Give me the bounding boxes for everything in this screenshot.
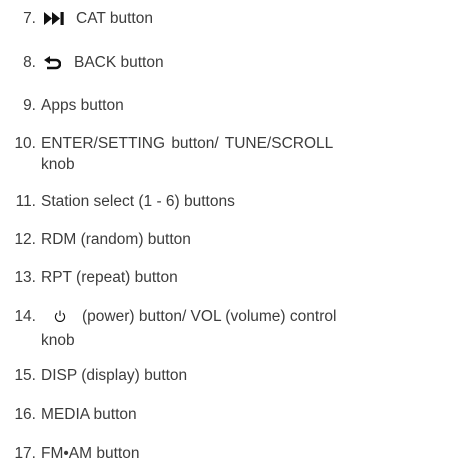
- item-number: 13.: [14, 269, 36, 286]
- item-label: ENTER/SETTING button/ TUNE/SCROLL: [41, 135, 334, 152]
- item-number: 7.: [23, 10, 36, 27]
- item-label: BACK button: [74, 54, 164, 71]
- item-label: RDM (random) button: [41, 231, 191, 248]
- item-label: FM•AM button: [41, 445, 140, 462]
- item-number: 14.: [14, 308, 36, 325]
- item-label: MEDIA button: [41, 406, 137, 423]
- item-number: 10.: [14, 135, 36, 152]
- back-arrow-icon: [44, 55, 61, 70]
- item-number: 8.: [23, 54, 36, 71]
- item-label: Apps button: [41, 97, 124, 114]
- item-label: Station select (1 - 6) buttons: [41, 193, 235, 210]
- item-number: 17.: [14, 445, 36, 462]
- power-icon: [54, 310, 66, 323]
- item-number: 16.: [14, 406, 36, 423]
- item-label: (power) button/ VOL (volume) control: [82, 308, 337, 325]
- item-label: DISP (display) button: [41, 367, 188, 384]
- item-number: 15.: [14, 367, 36, 384]
- skip-forward-icon: [44, 12, 65, 26]
- item-number: 11.: [15, 193, 36, 210]
- item-number: 12.: [14, 231, 36, 248]
- item-label-continuation: knob: [41, 332, 75, 349]
- item-number: 9.: [23, 97, 36, 114]
- item-label: CAT button: [76, 10, 153, 27]
- item-label: RPT (repeat) button: [41, 269, 178, 286]
- item-label-continuation: knob: [41, 156, 75, 173]
